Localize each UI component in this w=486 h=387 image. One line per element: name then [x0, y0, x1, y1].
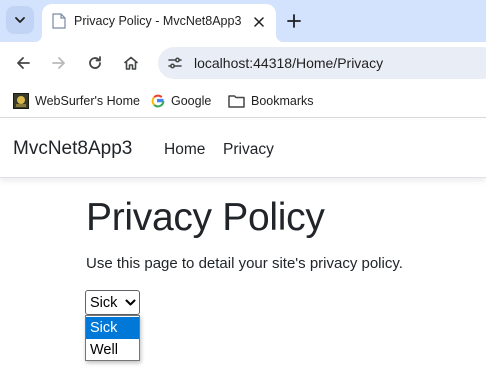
- chevron-down-icon: [124, 297, 136, 309]
- site-info-button[interactable]: [166, 54, 184, 72]
- page-description: Use this page to detail your site's priv…: [86, 255, 403, 272]
- back-button[interactable]: [10, 50, 36, 76]
- bookmark-websurfers-home[interactable]: WebSurfer's Home: [13, 92, 140, 110]
- tab-search-button[interactable]: [6, 6, 34, 34]
- arrow-right-icon: [52, 57, 65, 69]
- bookmark-label: Google: [171, 94, 212, 108]
- site-navbar: MvcNet8App3 Home Privacy: [0, 120, 486, 178]
- browser-tab-active[interactable]: Privacy Policy - MvcNet8App3: [34, 4, 284, 42]
- close-tab-button[interactable]: [250, 13, 268, 31]
- select-option-well[interactable]: Well: [86, 339, 139, 361]
- tune-icon: [168, 57, 182, 69]
- bookmarks-bar: WebSurfer's Home Google Bookmarks: [0, 84, 486, 118]
- tab-strip: Privacy Policy - MvcNet8App3: [0, 0, 486, 42]
- folder-icon: [228, 95, 245, 108]
- google-g-icon: [151, 94, 165, 108]
- select-dropdown-list: Sick Well: [85, 315, 140, 361]
- nav-link-home[interactable]: Home: [164, 141, 205, 159]
- forward-button[interactable]: [46, 50, 72, 76]
- bookmark-google[interactable]: Google: [151, 92, 211, 110]
- site-brand-link[interactable]: MvcNet8App3: [13, 138, 132, 160]
- page-title: Privacy Policy: [86, 196, 325, 239]
- select-option-sick[interactable]: Sick: [86, 317, 139, 339]
- home-button[interactable]: [118, 50, 144, 76]
- select-current-value: Sick: [90, 295, 118, 311]
- address-bar[interactable]: localhost:44318/Home/Privacy: [158, 47, 486, 79]
- reload-icon: [89, 56, 101, 69]
- bookmark-label: Bookmarks: [251, 94, 314, 108]
- nav-link-privacy[interactable]: Privacy: [223, 141, 274, 159]
- tab-title: Privacy Policy - MvcNet8App3: [74, 14, 242, 28]
- arrow-left-icon: [17, 57, 30, 69]
- websurfer-favicon-icon: [13, 93, 29, 109]
- page-favicon-icon: [52, 13, 66, 29]
- chevron-down-icon: [15, 17, 25, 23]
- bookmark-label: WebSurfer's Home: [35, 94, 140, 108]
- home-icon: [124, 56, 138, 70]
- new-tab-button[interactable]: [282, 9, 306, 33]
- close-icon: [254, 17, 264, 27]
- url-text: localhost:44318/Home/Privacy: [194, 55, 384, 71]
- health-select[interactable]: Sick: [85, 290, 140, 315]
- reload-button[interactable]: [82, 50, 108, 76]
- plus-icon: [287, 14, 301, 28]
- bookmark-folder-bookmarks[interactable]: Bookmarks: [228, 92, 314, 110]
- browser-toolbar: localhost:44318/Home/Privacy: [0, 42, 486, 84]
